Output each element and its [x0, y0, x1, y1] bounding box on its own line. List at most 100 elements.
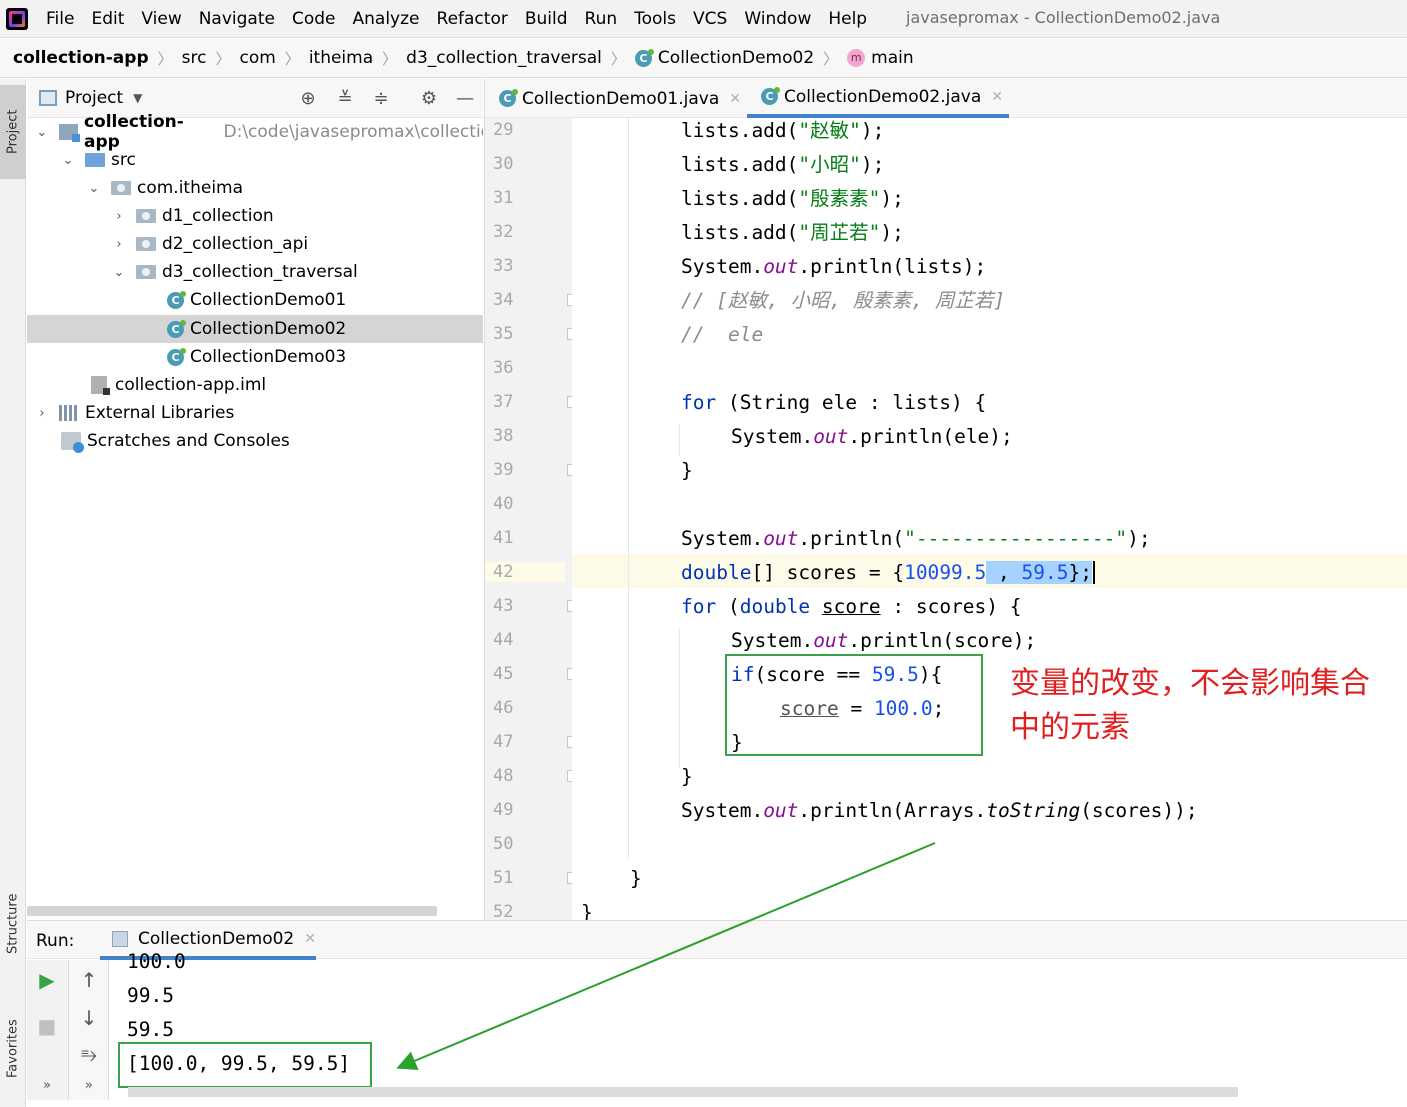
menu-help[interactable]: Help	[828, 9, 867, 29]
editor-gutter: 29 30 31 32 33 34 35 36 37 38 39 40 41 4…	[484, 118, 579, 922]
chevron-down-icon[interactable]: ⌄	[87, 181, 101, 196]
console-line: 59.5	[127, 1018, 174, 1041]
code-comment: // [赵敏, 小昭, 殷素素, 周芷若]	[681, 289, 1006, 312]
more-icon[interactable]: »	[27, 1078, 67, 1093]
indent-guide	[628, 118, 629, 858]
menu-code[interactable]: Code	[292, 9, 336, 29]
arrow-down-icon[interactable]: ↓	[69, 1006, 109, 1030]
indent-guide	[679, 628, 680, 768]
structure-tool-tab[interactable]: Structure	[0, 874, 26, 974]
arrow-up-icon[interactable]: ↑	[69, 968, 109, 992]
run-toolbar-secondary: ↑ ↓ ⥱ »	[69, 960, 109, 1100]
structure-tool-tab-label: Structure	[5, 893, 21, 955]
code-editor[interactable]: lists.add("赵敏"); lists.add("小昭"); lists.…	[572, 118, 1407, 924]
line-number: 35	[493, 324, 514, 344]
tree-item-class[interactable]: C CollectionDemo03	[27, 343, 483, 371]
line-number: 41	[493, 528, 514, 548]
chevron-down-icon[interactable]: ⌄	[61, 153, 75, 168]
tree-item-label: src	[111, 150, 136, 170]
class-icon: C	[634, 48, 654, 67]
breadcrumb-class[interactable]: CollectionDemo02	[658, 48, 814, 68]
chevron-down-icon[interactable]: ⌄	[35, 125, 49, 140]
menu-bar: File Edit View Navigate Code Analyze Ref…	[0, 0, 1407, 38]
expand-all-icon[interactable]: ≚	[334, 88, 356, 110]
menu-run[interactable]: Run	[585, 9, 618, 29]
hide-icon[interactable]: —	[454, 88, 476, 110]
project-tool-tab[interactable]: Project	[0, 85, 26, 179]
menu-build[interactable]: Build	[525, 9, 568, 29]
tree-item-scratches[interactable]: Scratches and Consoles	[27, 427, 483, 455]
text-caret	[1092, 561, 1095, 584]
tree-item-libraries[interactable]: › External Libraries	[27, 399, 483, 427]
menu-edit[interactable]: Edit	[91, 9, 124, 29]
menu-window[interactable]: Window	[744, 9, 811, 29]
tree-item-module[interactable]: ⌄ collection-app D:\code\javasepromax\co…	[27, 112, 484, 152]
menu-tools[interactable]: Tools	[634, 9, 676, 29]
menu-view[interactable]: View	[141, 9, 181, 29]
favorites-tool-tab[interactable]: Favorites	[0, 994, 26, 1104]
chevron-right-icon: 〉	[157, 49, 173, 68]
chevron-right-icon[interactable]: ›	[35, 406, 49, 421]
chevron-right-icon[interactable]: ›	[112, 237, 126, 252]
collapse-all-icon[interactable]: ≑	[370, 88, 392, 110]
tab-collectiondemo01[interactable]: C CollectionDemo01.java ✕	[485, 79, 743, 118]
breadcrumb-method[interactable]: main	[871, 48, 913, 68]
editor-tabs: C CollectionDemo01.java ✕ C CollectionDe…	[484, 79, 1407, 118]
line-number: 29	[493, 120, 514, 140]
run-label: Run:	[36, 931, 75, 951]
close-icon[interactable]: ✕	[991, 89, 1003, 105]
menu-refactor[interactable]: Refactor	[437, 9, 508, 29]
chevron-right-icon[interactable]: ›	[112, 209, 126, 224]
stop-icon[interactable]: ■	[27, 1014, 67, 1038]
line-number: 36	[493, 358, 514, 378]
menu-analyze[interactable]: Analyze	[353, 9, 420, 29]
close-icon[interactable]: ✕	[304, 931, 316, 947]
console-horizontal-scrollbar[interactable]	[128, 1087, 1238, 1097]
tree-item-package[interactable]: › d2_collection_api	[27, 230, 483, 258]
annotation-line: 变量的改变，不会影响集合	[1010, 666, 1370, 701]
rerun-icon[interactable]: ▶	[27, 968, 67, 992]
gear-icon[interactable]: ⚙	[418, 88, 440, 110]
menu-navigate[interactable]: Navigate	[199, 9, 275, 29]
class-icon: C	[167, 290, 186, 309]
code-line: lists.add("殷素素");	[681, 187, 904, 210]
line-number: 51	[493, 868, 514, 888]
chevron-down-icon[interactable]: ▼	[133, 91, 142, 105]
class-icon: C	[167, 347, 186, 366]
tree-item-package[interactable]: ⌄ d3_collection_traversal	[27, 258, 483, 286]
tree-item-iml[interactable]: collection-app.iml	[27, 371, 483, 399]
breadcrumb-src[interactable]: src	[182, 48, 207, 68]
menu-vcs[interactable]: VCS	[693, 9, 727, 29]
tree-item-label: d1_collection	[162, 206, 274, 226]
project-tool-tab-label: Project	[5, 109, 21, 155]
code-line: System.out.println(Arrays.toString(score…	[681, 799, 1198, 822]
more-icon[interactable]: »	[69, 1078, 109, 1093]
console-line: 99.5	[127, 984, 174, 1007]
breadcrumb-package[interactable]: d3_collection_traversal	[406, 48, 602, 68]
tree-item-package[interactable]: ⌄ com.itheima	[27, 174, 483, 202]
soft-wrap-icon[interactable]: ⥱	[69, 1042, 109, 1066]
locate-icon[interactable]: ⊕	[297, 88, 319, 110]
module-path: D:\code\javasepromax\collectio	[223, 122, 484, 142]
tree-item-package[interactable]: › d1_collection	[27, 202, 483, 230]
breadcrumb-project[interactable]: collection-app	[13, 48, 149, 68]
highlight-box-if-block	[725, 654, 983, 756]
project-horizontal-scrollbar[interactable]	[27, 906, 437, 916]
menu-file[interactable]: File	[46, 9, 74, 29]
project-tree: ⌄ collection-app D:\code\javasepromax\co…	[27, 112, 484, 908]
tab-collectiondemo02[interactable]: C CollectionDemo02.java ✕	[747, 79, 1009, 118]
chevron-down-icon[interactable]: ⌄	[112, 265, 126, 280]
package-icon	[136, 209, 156, 223]
breadcrumb-com[interactable]: com	[239, 48, 275, 68]
breadcrumb-itheima[interactable]: itheima	[309, 48, 373, 68]
tab-label: CollectionDemo01.java	[522, 88, 720, 109]
tree-item-src[interactable]: ⌄ src	[27, 146, 483, 174]
line-number: 40	[493, 494, 514, 514]
source-folder-icon	[85, 153, 105, 167]
run-panel-header: Run: CollectionDemo02 ✕	[27, 920, 1407, 960]
project-panel-title[interactable]: Project	[65, 88, 123, 108]
tree-item-class[interactable]: C CollectionDemo01	[27, 286, 483, 314]
close-icon[interactable]: ✕	[729, 91, 741, 107]
code-line: }	[681, 765, 693, 788]
tree-item-class-selected[interactable]: C CollectionDemo02	[27, 315, 483, 343]
